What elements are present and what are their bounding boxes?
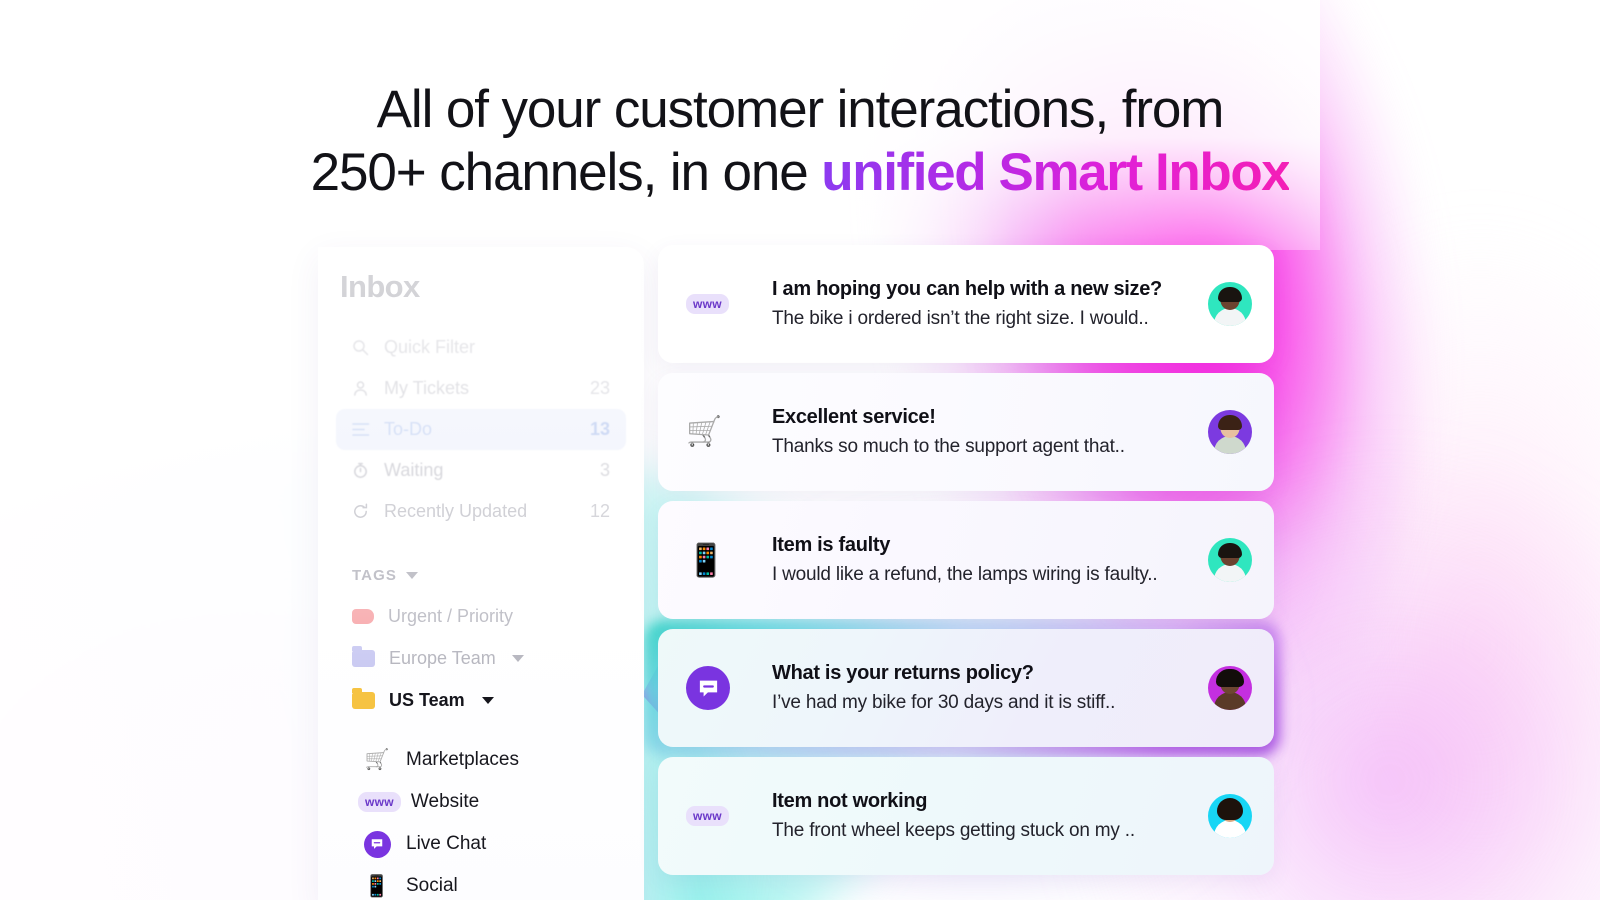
inbox-sidebar: Inbox Quick Filter My Tickets 23 To-Do 1… bbox=[318, 247, 644, 900]
sidebar-item-my-tickets[interactable]: My Tickets 23 bbox=[336, 368, 626, 409]
www-badge-text: www bbox=[686, 294, 729, 314]
message-subject: What is your returns policy? bbox=[772, 662, 1034, 684]
sidebar-item-count: 23 bbox=[589, 378, 610, 398]
sidebar-item-count: 12 bbox=[589, 501, 610, 521]
list-icon bbox=[352, 422, 376, 437]
live-chat-icon bbox=[686, 666, 772, 710]
www-badge-icon: www bbox=[358, 792, 401, 812]
tags-list: Urgent / Priority Europe Team US Team bbox=[336, 595, 636, 721]
www-badge-icon: www bbox=[686, 294, 772, 314]
message-preview: The bike i ordered isn’t the right size.… bbox=[772, 308, 1149, 329]
shopping-cart-icon: 🛒 bbox=[686, 415, 723, 448]
chevron-down-icon bbox=[405, 572, 418, 579]
smart-inbox-mock: Inbox Quick Filter My Tickets 23 To-Do 1… bbox=[0, 0, 1600, 900]
person-icon bbox=[352, 380, 376, 397]
sidebar-channel-live-chat[interactable]: Live Chat bbox=[358, 823, 638, 865]
shopping-cart-icon: 🛒 bbox=[364, 749, 390, 771]
sidebar-channel-label: Website bbox=[410, 791, 480, 812]
message-text: I am hoping you can help with a new size… bbox=[772, 278, 1198, 330]
sidebar-item-count: 13 bbox=[589, 419, 610, 439]
message-text: What is your returns policy? I’ve had my… bbox=[772, 662, 1198, 714]
avatar[interactable] bbox=[1208, 666, 1252, 710]
message-subject: Excellent service! bbox=[772, 406, 936, 428]
chevron-down-icon[interactable] bbox=[481, 696, 494, 704]
avatar[interactable] bbox=[1208, 794, 1252, 838]
message-card[interactable]: www Item not working The front wheel kee… bbox=[658, 757, 1274, 875]
sidebar-channel-label: Social bbox=[406, 875, 458, 896]
sidebar-channel-label: Marketplaces bbox=[406, 749, 519, 770]
message-card[interactable]: 📱 Item is faulty I would like a refund, … bbox=[658, 501, 1274, 619]
avatar[interactable] bbox=[1208, 538, 1252, 582]
message-subject: Item is faulty bbox=[772, 534, 891, 556]
sidebar-item-recently-updated[interactable]: Recently Updated 12 bbox=[336, 491, 626, 532]
message-preview: The front wheel keeps getting stuck on m… bbox=[772, 820, 1135, 841]
avatar[interactable] bbox=[1208, 410, 1252, 454]
folder-icon bbox=[352, 687, 375, 709]
chevron-down-icon[interactable] bbox=[511, 654, 524, 662]
stopwatch-icon bbox=[352, 462, 376, 479]
sidebar-item-count: 3 bbox=[599, 460, 610, 480]
avatar[interactable] bbox=[1208, 282, 1252, 326]
live-chat-icon bbox=[358, 830, 396, 858]
tags-header-label: TAGS bbox=[352, 567, 397, 584]
sidebar-item-quick-filter[interactable]: Quick Filter bbox=[336, 327, 626, 368]
sidebar-tag-label: Europe Team bbox=[389, 647, 496, 668]
message-preview: Thanks so much to the support agent that… bbox=[772, 436, 1125, 457]
sidebar-tag-label: US Team bbox=[389, 689, 465, 710]
sidebar-item-waiting[interactable]: Waiting 3 bbox=[336, 450, 626, 491]
message-preview: I would like a refund, the lamps wiring … bbox=[772, 564, 1158, 585]
tags-section-header[interactable]: TAGS bbox=[352, 567, 418, 584]
sidebar-channel-marketplaces[interactable]: 🛒 Marketplaces bbox=[358, 739, 638, 781]
sidebar-item-label: Quick Filter bbox=[384, 337, 476, 357]
www-badge-text: www bbox=[358, 792, 401, 812]
www-badge-text: www bbox=[686, 806, 729, 826]
message-subject: Item not working bbox=[772, 790, 928, 812]
message-preview: I’ve had my bike for 30 days and it is s… bbox=[772, 692, 1116, 713]
sidebar-item-label: Recently Updated bbox=[384, 501, 528, 521]
message-text: Item is faulty I would like a refund, th… bbox=[772, 534, 1198, 586]
sidebar-item-label: Waiting bbox=[384, 460, 444, 480]
sidebar-channel-label: Live Chat bbox=[406, 833, 487, 854]
mobile-phone-icon: 📱 bbox=[686, 542, 726, 578]
sidebar-tag-us-team[interactable]: US Team bbox=[336, 679, 636, 721]
sidebar-title: Inbox bbox=[340, 269, 420, 304]
mobile-phone-icon: 📱 bbox=[363, 874, 391, 898]
sidebar-item-to-do[interactable]: To-Do 13 bbox=[336, 409, 626, 450]
message-text: Item not working The front wheel keeps g… bbox=[772, 790, 1198, 842]
www-badge-icon: www bbox=[686, 806, 772, 826]
sidebar-item-label: To-Do bbox=[384, 419, 433, 439]
sidebar-channel-social[interactable]: 📱 Social bbox=[358, 865, 638, 900]
message-list: www I am hoping you can help with a new … bbox=[658, 245, 1274, 885]
sidebar-item-label: My Tickets bbox=[384, 378, 470, 398]
sidebar-tag-label: Urgent / Priority bbox=[388, 605, 514, 626]
message-card[interactable]: 🛒 Excellent service! Thanks so much to t… bbox=[658, 373, 1274, 491]
refresh-clock-icon bbox=[352, 503, 376, 520]
message-card[interactable]: www I am hoping you can help with a new … bbox=[658, 245, 1274, 363]
search-icon bbox=[352, 339, 376, 356]
sidebar-nav: Quick Filter My Tickets 23 To-Do 13 Wait… bbox=[336, 327, 626, 532]
sidebar-tag-europe-team[interactable]: Europe Team bbox=[336, 637, 636, 679]
sidebar-tag-urgent-priority[interactable]: Urgent / Priority bbox=[336, 595, 636, 637]
message-subject: I am hoping you can help with a new size… bbox=[772, 278, 1162, 300]
sidebar-channel-website[interactable]: www Website bbox=[358, 781, 638, 823]
message-text: Excellent service! Thanks so much to the… bbox=[772, 406, 1198, 458]
tag-swatch-icon bbox=[352, 608, 374, 624]
channels-list: 🛒 Marketplaces www Website Live Chat 📱 S… bbox=[358, 739, 638, 900]
folder-icon bbox=[352, 645, 375, 667]
message-card-active[interactable]: What is your returns policy? I’ve had my… bbox=[658, 629, 1274, 747]
